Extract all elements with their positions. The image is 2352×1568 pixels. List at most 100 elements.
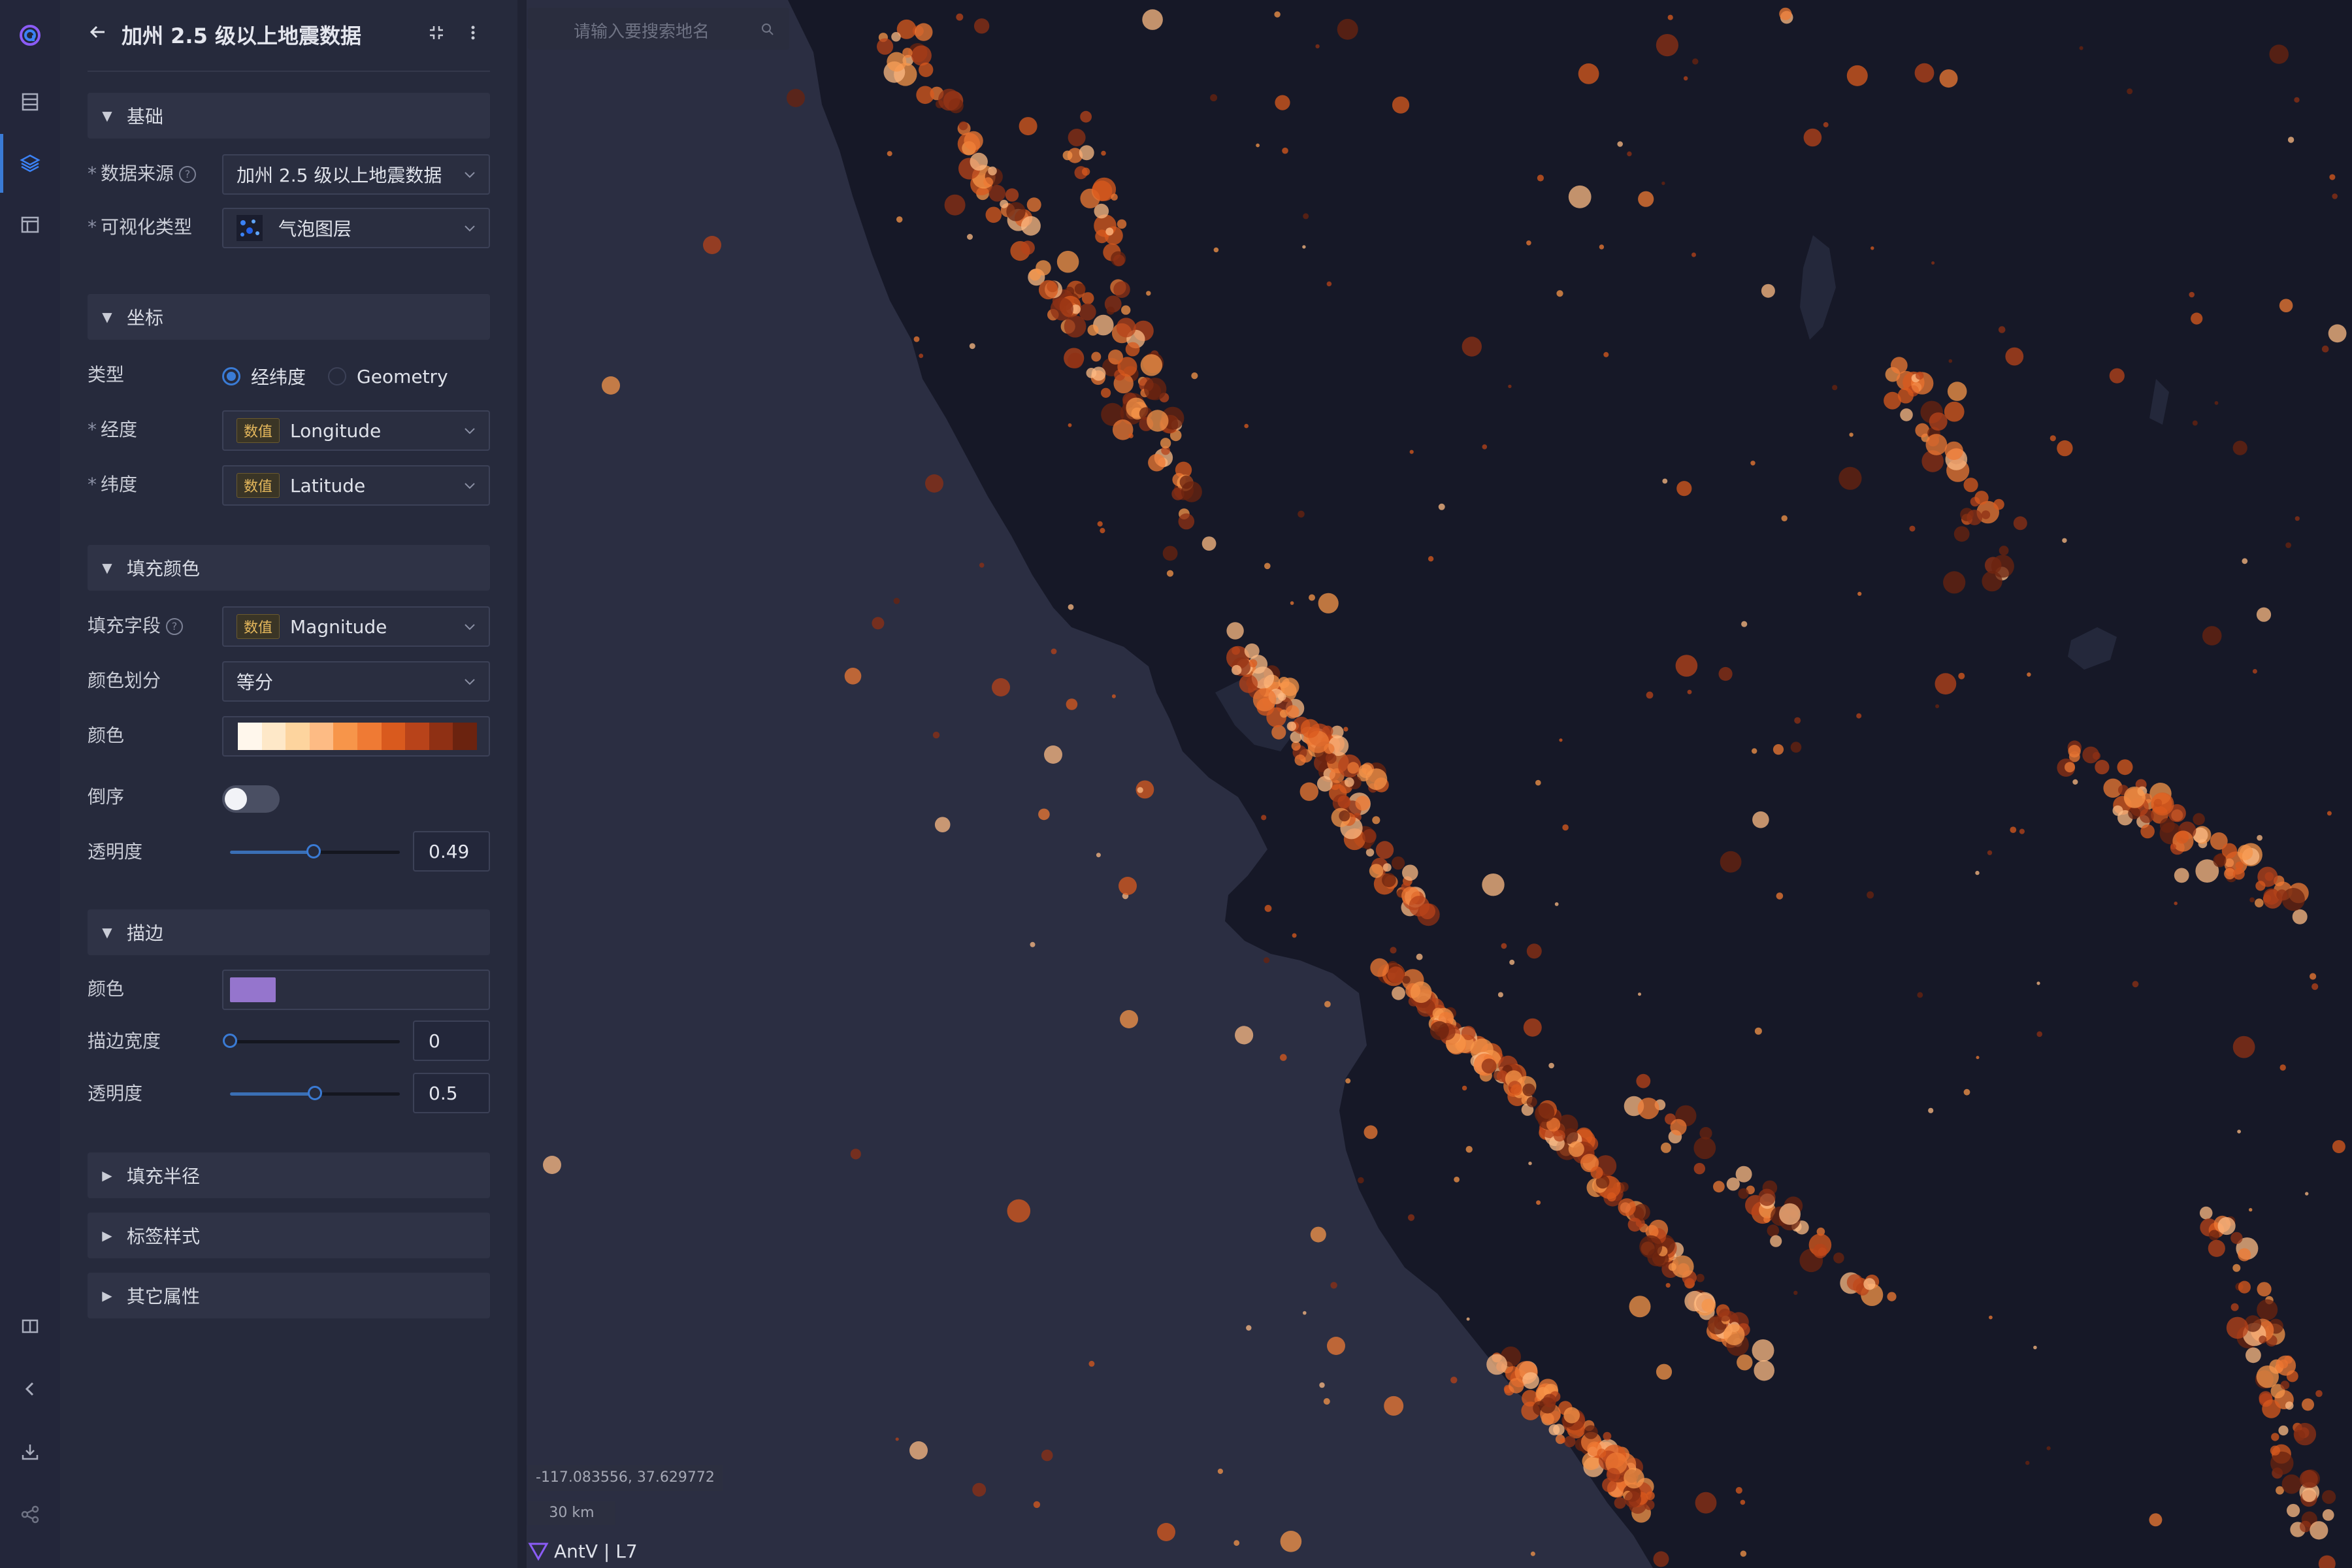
earthquake-bubble: [1079, 145, 1094, 161]
earthquake-bubble: [1232, 664, 1242, 676]
earthquake-bubble: [2232, 1036, 2255, 1058]
earthquake-bubble: [1554, 902, 1559, 906]
stroke-width-input[interactable]: 0: [413, 1021, 490, 1061]
search-icon[interactable]: [760, 22, 775, 37]
map-canvas[interactable]: [527, 0, 2352, 1568]
layout-icon[interactable]: [0, 195, 60, 255]
vis-type-select[interactable]: 气泡图层: [222, 208, 490, 248]
earthquake-bubble: [1763, 1216, 1771, 1223]
guide-icon[interactable]: [0, 1296, 60, 1356]
earthquake-bubble: [1536, 1200, 1541, 1205]
share-icon[interactable]: [0, 1484, 60, 1544]
latitude-select[interactable]: 数值 Latitude: [222, 465, 490, 506]
earthquake-bubble: [1264, 957, 1270, 964]
collapse-icon[interactable]: [0, 1359, 60, 1419]
earthquake-bubble: [1909, 525, 1916, 532]
layers-icon[interactable]: [0, 133, 60, 193]
earthquake-bubble: [1584, 1425, 1598, 1439]
earthquake-bubble: [1274, 11, 1281, 18]
earthquake-bubble: [1166, 570, 1174, 577]
dataset-icon[interactable]: [0, 72, 60, 132]
section-fill-radius[interactable]: ▶ 填充半径: [88, 1152, 490, 1198]
longitude-select[interactable]: 数值 Longitude: [222, 410, 490, 451]
earthquake-bubble: [2246, 1347, 2261, 1364]
earthquake-bubble: [1007, 1199, 1031, 1223]
slider-handle[interactable]: [308, 1086, 322, 1100]
section-stroke[interactable]: ▼ 描边: [88, 909, 490, 955]
palette-swatch: [238, 723, 262, 750]
earthquake-bubble: [2072, 779, 2078, 785]
search-input[interactable]: 请输入要搜索地名: [574, 18, 710, 42]
color-divide-select[interactable]: 等分: [222, 661, 490, 702]
slider-handle[interactable]: [223, 1034, 237, 1048]
earthquake-bubble: [850, 1149, 861, 1160]
earthquake-bubble: [2299, 1470, 2318, 1488]
fill-opacity-slider[interactable]: [230, 844, 400, 858]
earthquake-bubble: [2082, 746, 2100, 764]
earthquake-bubble: [1117, 357, 1137, 377]
earthquake-bubble: [2068, 745, 2081, 758]
stroke-opacity-input[interactable]: 0.5: [413, 1073, 490, 1113]
earthquake-bubble: [1116, 318, 1136, 338]
earthquake-bubble: [1275, 95, 1290, 110]
reverse-toggle[interactable]: [222, 785, 280, 813]
earthquake-bubble: [1779, 7, 1792, 20]
earthquake-bubble: [1953, 526, 1970, 542]
earthquake-bubble: [988, 166, 997, 176]
color-ramp-picker[interactable]: [222, 716, 490, 757]
more-icon[interactable]: [464, 24, 482, 42]
back-icon[interactable]: [86, 21, 108, 43]
earthquake-bubble: [1384, 1396, 1404, 1416]
earthquake-bubble: [1056, 250, 1079, 273]
section-fill-color[interactable]: ▼ 填充颜色: [88, 545, 490, 591]
layer-config-panel: 加州 2.5 级以上地震数据 ▼ 基础 * 数据来源? 加州 2.5 级以上地震数…: [60, 0, 517, 1568]
earthquake-bubble: [1337, 18, 1358, 40]
earthquake-bubble: [1897, 387, 1914, 404]
stroke-opacity-slider[interactable]: [230, 1086, 400, 1100]
radio-geometry[interactable]: [328, 367, 347, 385]
earthquake-bubble: [1160, 438, 1171, 449]
radio-latlng[interactable]: [222, 367, 240, 385]
palette-swatch: [261, 723, 286, 750]
earthquake-bubble: [2262, 1399, 2281, 1418]
section-other-props[interactable]: ▶ 其它属性: [88, 1273, 490, 1318]
earthquake-bubble: [1438, 503, 1445, 510]
stroke-width-slider[interactable]: [223, 1034, 400, 1048]
earthquake-bubble: [1740, 1550, 1747, 1557]
earthquake-bubble: [1627, 151, 1632, 157]
earthquake-bubble: [893, 598, 900, 604]
earthquake-bubble: [1948, 359, 1953, 363]
earthquake-bubble: [1370, 958, 1389, 977]
earthquake-bubble: [2140, 824, 2155, 839]
earthquake-bubble: [1794, 717, 1801, 724]
earthquake-bubble: [1603, 351, 1609, 357]
earthquake-bubble: [1767, 1224, 1780, 1237]
slider-handle[interactable]: [306, 844, 321, 858]
collapse-panel-icon[interactable]: [427, 24, 446, 42]
section-basic[interactable]: ▼ 基础: [88, 93, 490, 139]
earthquake-bubble: [2321, 345, 2329, 353]
earthquake-bubble: [2238, 1281, 2251, 1294]
earthquake-bubble: [1638, 992, 1641, 996]
download-icon[interactable]: [0, 1422, 60, 1482]
logo-icon[interactable]: [0, 5, 60, 65]
caret-down-icon: ▼: [102, 309, 112, 325]
stroke-width-label: 描边宽度: [88, 1030, 161, 1052]
section-label-style[interactable]: ▶ 标签样式: [88, 1213, 490, 1258]
section-coordinates[interactable]: ▼ 坐标: [88, 294, 490, 340]
earthquake-bubble: [2226, 1316, 2249, 1339]
earthquake-bubble: [2019, 828, 2025, 834]
earthquake-bubble: [1781, 515, 1788, 521]
earthquake-bubble: [2281, 1474, 2302, 1494]
earthquake-bubble: [1624, 1491, 1641, 1508]
earthquake-bubble: [1958, 672, 1965, 679]
fill-field-select[interactable]: 数值 Magnitude: [222, 606, 490, 647]
earthquake-bubble: [1217, 1468, 1223, 1475]
fill-opacity-input[interactable]: 0.49: [413, 831, 490, 872]
stroke-color-picker[interactable]: [222, 970, 490, 1010]
earthquake-bubble: [1509, 959, 1515, 965]
earthquake-bubble: [1675, 655, 1698, 677]
earthquake-bubble: [1091, 351, 1102, 362]
map-search-box[interactable]: 请输入要搜索地名: [528, 8, 789, 50]
source-select[interactable]: 加州 2.5 级以上地震数据: [222, 154, 490, 195]
